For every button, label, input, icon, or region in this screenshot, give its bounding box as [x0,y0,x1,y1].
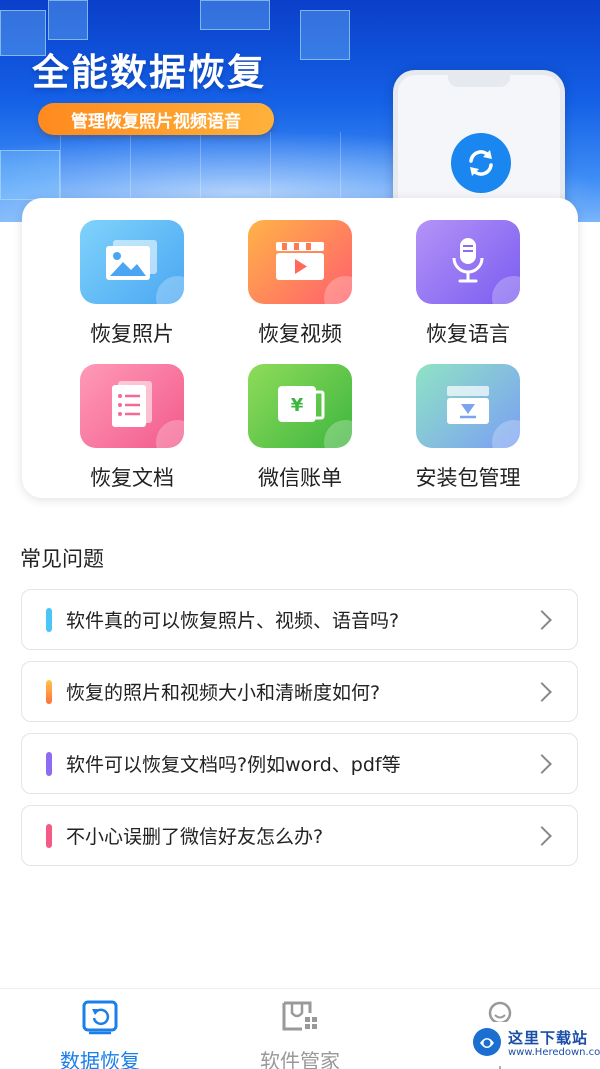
header-banner: 全能数据恢复 管理恢复照片视频语音 [0,0,600,222]
feature-tile [416,220,520,304]
feature-label: 微信账单 [258,466,342,490]
microphone-icon [448,236,488,288]
video-clapper-icon [274,238,326,286]
chevron-right-icon [532,681,552,702]
faq-accent-bar [46,679,52,704]
site-watermark: 这里下载站 www.Heredown.com [470,1022,600,1066]
feature-recover-voice[interactable]: 恢复语言 [398,220,538,348]
feature-label: 恢复语言 [426,322,510,346]
chevron-right-icon [532,609,552,630]
faq-question: 软件可以恢复文档吗?例如word、pdf等 [66,754,401,776]
feature-tile [80,364,184,448]
nav-label: 软件管家 [260,1049,340,1069]
package-download-icon [443,382,493,430]
feature-tile [416,364,520,448]
faq-accent-bar [46,751,52,776]
feature-recover-documents[interactable]: 恢复文档 [62,364,202,492]
feature-package-manager[interactable]: 安装包管理 [398,364,538,492]
phone-notch [448,75,510,87]
nav-item-app-manager[interactable]: 软件管家 [230,999,370,1069]
faq-item[interactable]: 不小心误删了微信好友怎么办? [21,805,578,866]
decor-cube [200,0,270,30]
faq-item[interactable]: 恢复的照片和视频大小和清晰度如何? [21,661,578,722]
feature-label: 恢复照片 [90,322,174,346]
banner-title: 全能数据恢复 [32,51,266,94]
feature-recover-photos[interactable]: 恢复照片 [62,220,202,348]
feature-label: 恢复文档 [90,466,174,490]
watermark-logo-icon [472,1027,502,1061]
feature-card: 恢复照片 恢复视频 恢复语言 恢复文档 ¥ 微信账单 安装包管理 [22,198,578,498]
banner-subtitle-badge: 管理恢复照片视频语音 [38,103,274,135]
svg-text:¥: ¥ [291,395,304,416]
nav-item-data-recovery[interactable]: 数据恢复 [30,999,170,1069]
feature-recover-videos[interactable]: 恢复视频 [230,220,370,348]
watermark-url: www.Heredown.com [508,1046,600,1058]
feature-wechat-bill[interactable]: ¥ 微信账单 [230,364,370,492]
faq-accent-bar [46,607,52,632]
feature-tile [80,220,184,304]
wallet-yen-icon: ¥ [274,382,326,430]
nav-label: 数据恢复 [60,1049,140,1069]
data-recovery-icon [81,1000,119,1039]
faq-item[interactable]: 软件可以恢复文档吗?例如word、pdf等 [21,733,578,794]
faq-accent-bar [46,823,52,848]
faq-question: 软件真的可以恢复照片、视频、语音吗? [66,610,400,632]
feature-tile [248,220,352,304]
faq-question: 恢复的照片和视频大小和清晰度如何? [66,682,381,704]
sync-icon [451,133,511,193]
decor-cube [0,150,60,200]
decor-cube [300,10,350,60]
faq-heading: 常见问题 [20,547,104,571]
watermark-title: 这里下载站 [508,1029,589,1048]
faq-question: 不小心误删了微信好友怎么办? [66,826,324,848]
document-icon [108,379,156,433]
chevron-right-icon [532,753,552,774]
feature-label: 恢复视频 [258,322,342,346]
decor-cube [48,0,88,40]
app-manager-icon [280,1001,320,1039]
feature-label: 安装包管理 [415,466,521,490]
faq-item[interactable]: 软件真的可以恢复照片、视频、语音吗? [21,589,578,650]
feature-tile: ¥ [248,364,352,448]
image-icon [103,238,161,286]
chevron-right-icon [532,825,552,846]
